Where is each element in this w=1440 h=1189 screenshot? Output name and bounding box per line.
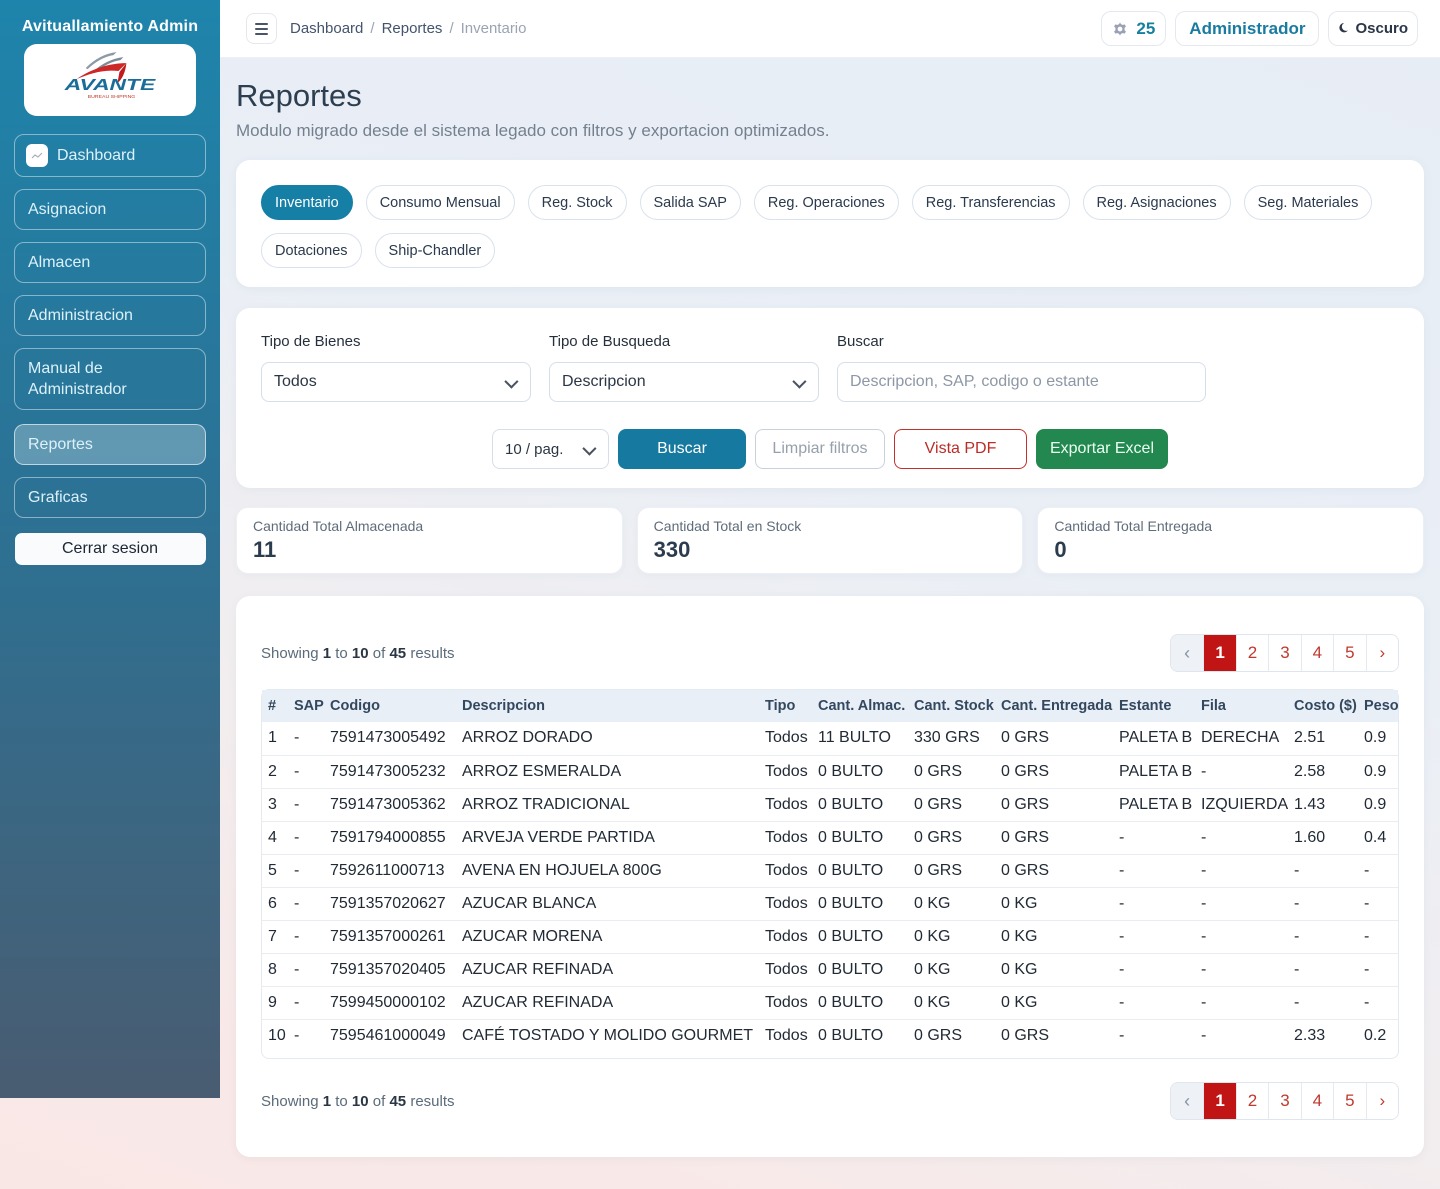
svg-text:AVANTE: AVANTE <box>63 77 155 94</box>
svg-text:BUREAU SHIPPING: BUREAU SHIPPING <box>88 94 136 100</box>
